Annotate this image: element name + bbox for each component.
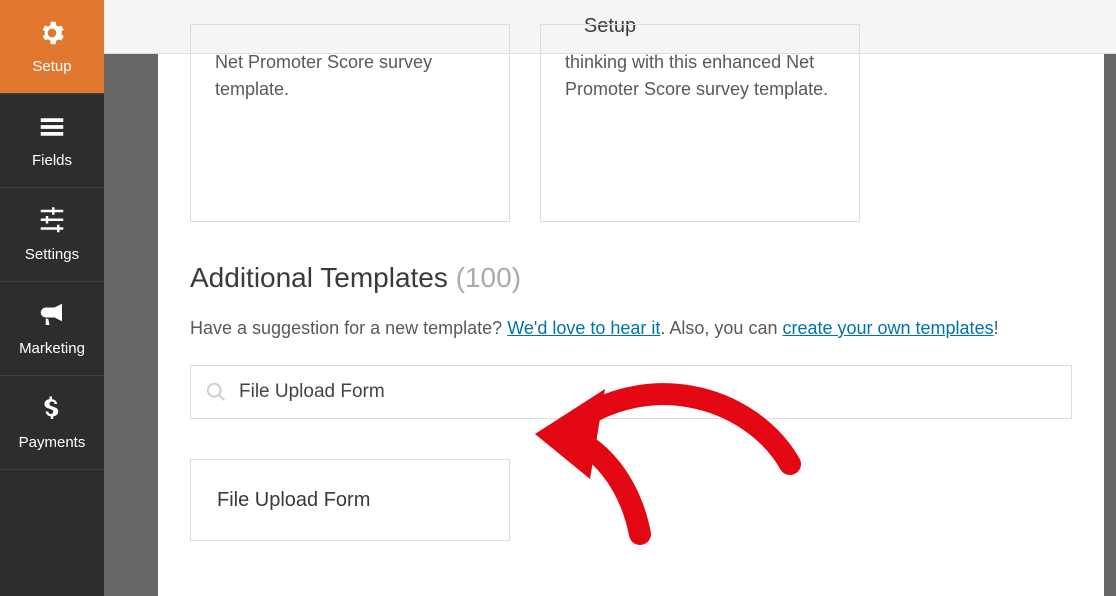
suggestion-text: Have a suggestion for a new template? We… (190, 316, 1072, 341)
sidebar-label: Fields (32, 152, 72, 169)
dollar-icon (37, 394, 67, 424)
sidebar-item-payments[interactable]: Payments (0, 376, 104, 470)
suggest-mid: . Also, you can (660, 318, 782, 338)
template-result-file-upload[interactable]: File Upload Form (190, 459, 510, 541)
section-heading: Additional Templates (100) (190, 262, 1072, 294)
sidebar-label: Setup (32, 58, 71, 75)
sidebar-label: Marketing (19, 340, 85, 357)
sidebar: Setup Fields Settings Marketing Payments (0, 0, 104, 596)
template-card-nps-enhanced[interactable]: thinking with this enhanced Net Promoter… (540, 24, 860, 222)
search-icon (205, 381, 227, 403)
section-count: (100) (456, 262, 521, 293)
bullhorn-icon (37, 300, 67, 330)
feedback-link[interactable]: We'd love to hear it (507, 318, 660, 338)
setup-panel: Net Promoter Score survey template. thin… (158, 54, 1104, 596)
card-text: Net Promoter Score survey template. (215, 52, 432, 99)
section-title: Additional Templates (190, 262, 448, 293)
gear-icon (37, 18, 67, 48)
suggest-pre: Have a suggestion for a new template? (190, 318, 507, 338)
sidebar-item-settings[interactable]: Settings (0, 188, 104, 282)
list-icon (37, 112, 67, 142)
sidebar-label: Payments (19, 434, 86, 451)
sidebar-item-setup[interactable]: Setup (0, 0, 104, 94)
sidebar-item-fields[interactable]: Fields (0, 94, 104, 188)
sidebar-item-marketing[interactable]: Marketing (0, 282, 104, 376)
sliders-icon (37, 206, 67, 236)
card-text: thinking with this enhanced Net Promoter… (565, 52, 828, 99)
sidebar-label: Settings (25, 246, 79, 263)
template-card-row: Net Promoter Score survey template. thin… (190, 24, 1072, 222)
create-template-link[interactable]: create your own templates (782, 318, 993, 338)
search-input[interactable] (239, 381, 1057, 403)
suggest-post: ! (994, 318, 999, 338)
template-card-nps[interactable]: Net Promoter Score survey template. (190, 24, 510, 222)
result-label: File Upload Form (217, 489, 370, 512)
template-search[interactable] (190, 365, 1072, 419)
